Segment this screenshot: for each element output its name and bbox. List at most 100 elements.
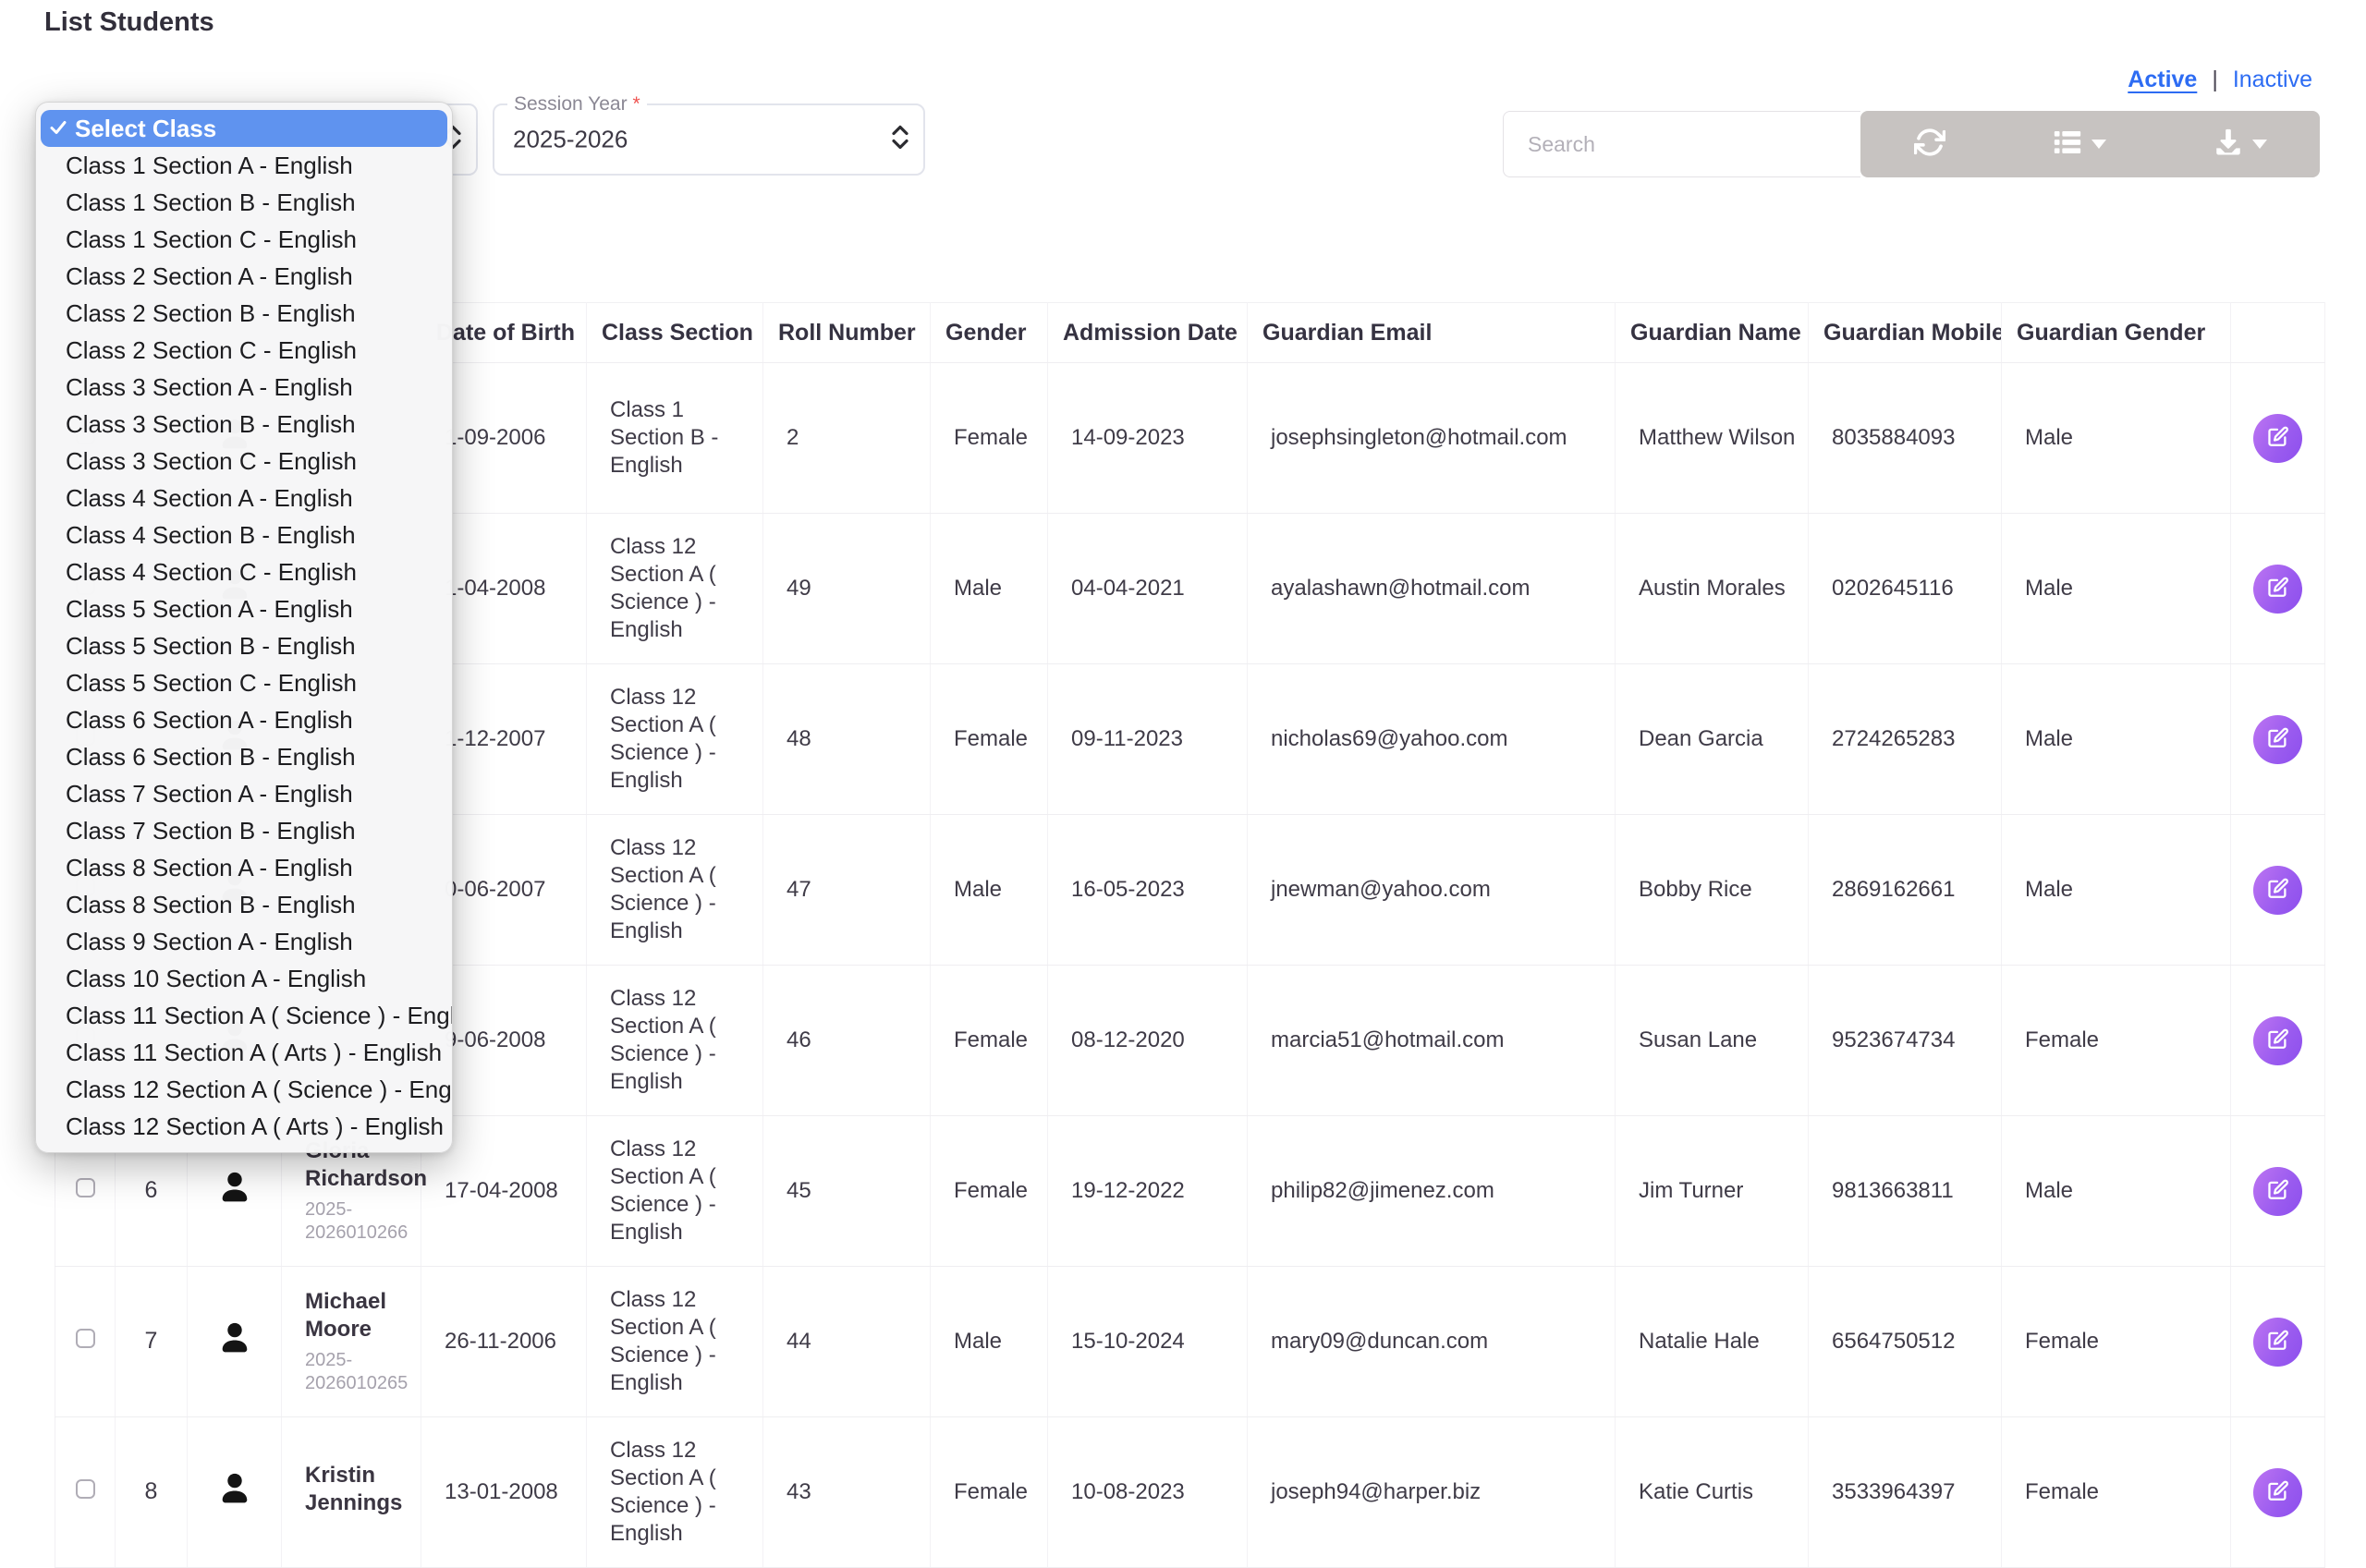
admission-date-cell: 04-04-2021 [1048,514,1248,664]
refresh-button[interactable] [1914,127,1945,163]
checkmark-icon [49,110,67,147]
student-name-cell: Michael Moore 2025-2026010265 [282,1267,421,1417]
edit-student-button[interactable] [2253,1468,2302,1517]
edit-student-button[interactable] [2253,565,2302,614]
edit-student-button[interactable] [2253,866,2302,915]
gender-cell: Female [931,1417,1048,1568]
guardian-email-cell: joseph94@harper.biz [1248,1417,1616,1568]
edit-student-button[interactable] [2253,1016,2302,1065]
popup-option[interactable]: Class 11 Section A ( Science ) - English [36,997,452,1034]
roll-number-cell: 48 [763,664,931,815]
popup-option[interactable]: Class 1 Section B - English [36,184,452,221]
edit-student-button[interactable] [2253,1318,2302,1367]
class-section-cell: Class 12 Section A ( Science ) - English [587,1417,763,1568]
popup-option[interactable]: Class 6 Section A - English [36,701,452,738]
popup-option[interactable]: Class 8 Section B - English [36,886,452,923]
avatar-icon [215,1338,254,1363]
guardian-mobile-cell: 2724265283 [1809,664,2002,815]
guardian-name-cell: Jim Turner [1616,1116,1809,1267]
edit-pencil-icon [2266,576,2290,602]
popup-option[interactable]: Class 11 Section A ( Arts ) - English [36,1034,452,1071]
student-name: Kristin Jennings [305,1462,421,1517]
columns-list-icon [2052,127,2083,163]
session-year-label: Session Year * [507,93,647,115]
tab-active[interactable]: Active [2128,67,2197,93]
chevron-down-icon [2252,140,2267,149]
popup-option[interactable]: Class 5 Section A - English [36,590,452,627]
popup-option[interactable]: Class 4 Section B - English [36,517,452,553]
gender-cell: Female [931,363,1048,514]
popup-option[interactable]: Class 4 Section A - English [36,480,452,517]
guardian-gender-cell: Male [2002,1116,2231,1267]
dob-cell: 26-11-2006 [421,1267,587,1417]
roll-number-cell: 44 [763,1267,931,1417]
popup-option-selected[interactable]: Select Class [41,110,447,147]
search-input[interactable] [1503,111,1860,177]
tab-inactive[interactable]: Inactive [2233,67,2312,93]
popup-option[interactable]: Class 1 Section C - English [36,221,452,258]
popup-option[interactable]: Class 6 Section B - English [36,738,452,775]
guardian-mobile-cell: 6564750512 [1809,1267,2002,1417]
column-header: Guardian Mobile [1809,303,2002,363]
student-name: Michael Moore [305,1288,421,1343]
guardian-mobile-cell: 8035884093 [1809,363,2002,514]
popup-option[interactable]: Class 8 Section A - English [36,849,452,886]
row-checkbox[interactable] [76,1178,95,1197]
edit-student-button[interactable] [2253,414,2302,463]
tab-separator: | [2212,67,2218,93]
guardian-name-cell: Dean Garcia [1616,664,1809,815]
popup-option[interactable]: Class 7 Section B - English [36,812,452,849]
popup-option[interactable]: Class 5 Section B - English [36,627,452,664]
roll-number-cell: 45 [763,1116,931,1267]
download-icon [2213,127,2244,163]
popup-option[interactable]: Class 3 Section A - English [36,369,452,406]
class-section-cell: Class 1 Section B - English [587,363,763,514]
popup-option[interactable]: Class 10 Section A - English [36,960,452,997]
class-section-cell: Class 12 Section A ( Science ) - English [587,1267,763,1417]
roll-number-cell: 49 [763,514,931,664]
gender-cell: Male [931,1267,1048,1417]
popup-option[interactable]: Class 5 Section C - English [36,664,452,701]
popup-option[interactable]: Class 3 Section C - English [36,443,452,480]
table-row: 8 Kristin Jennings 13-01-2008 Class 12 S… [55,1417,2325,1568]
guardian-gender-cell: Female [2002,1267,2231,1417]
popup-option[interactable]: Class 3 Section B - English [36,406,452,443]
popup-option[interactable]: Class 2 Section C - English [36,332,452,369]
required-asterisk: * [632,93,640,115]
edit-pencil-icon [2266,726,2290,753]
session-year-select[interactable]: Session Year * 2025-2026 [493,103,925,176]
popup-option[interactable]: Class 12 Section A ( Arts ) - English [36,1108,452,1145]
popup-option[interactable]: Class 1 Section A - English [36,147,452,184]
roll-number-cell: 46 [763,966,931,1116]
popup-option[interactable]: Class 2 Section B - English [36,295,452,332]
admission-number: 2025-2026010266 [305,1198,421,1245]
row-number: 7 [116,1267,188,1417]
popup-option[interactable]: Class 12 Section A ( Science ) - English [36,1071,452,1108]
column-header: Gender [931,303,1048,363]
guardian-name-cell: Natalie Hale [1616,1267,1809,1417]
guardian-gender-cell: Female [2002,1417,2231,1568]
row-checkbox[interactable] [76,1329,95,1348]
columns-button[interactable] [2052,127,2106,163]
class-section-cell: Class 12 Section A ( Science ) - English [587,664,763,815]
popup-option[interactable]: Class 2 Section A - English [36,258,452,295]
gender-cell: Male [931,815,1048,966]
class-section-cell: Class 12 Section A ( Science ) - English [587,815,763,966]
gender-cell: Female [931,966,1048,1116]
class-section-cell: Class 12 Section A ( Science ) - English [587,514,763,664]
guardian-name-cell: Susan Lane [1616,966,1809,1116]
student-photo-cell [188,1417,282,1568]
class-select-popup: Select Class Class 1 Section A - English… [35,102,453,1153]
gender-cell: Female [931,664,1048,815]
popup-option[interactable]: Class 9 Section A - English [36,923,452,960]
edit-pencil-icon [2266,1178,2290,1205]
edit-student-button[interactable] [2253,1167,2302,1216]
column-header: Guardian Email [1248,303,1616,363]
popup-option[interactable]: Class 7 Section A - English [36,775,452,812]
popup-option[interactable]: Class 4 Section C - English [36,553,452,590]
edit-student-button[interactable] [2253,715,2302,764]
guardian-email-cell: philip82@jimenez.com [1248,1116,1616,1267]
download-button[interactable] [2213,127,2267,163]
guardian-gender-cell: Male [2002,815,2231,966]
page-title: List Students [44,7,214,38]
